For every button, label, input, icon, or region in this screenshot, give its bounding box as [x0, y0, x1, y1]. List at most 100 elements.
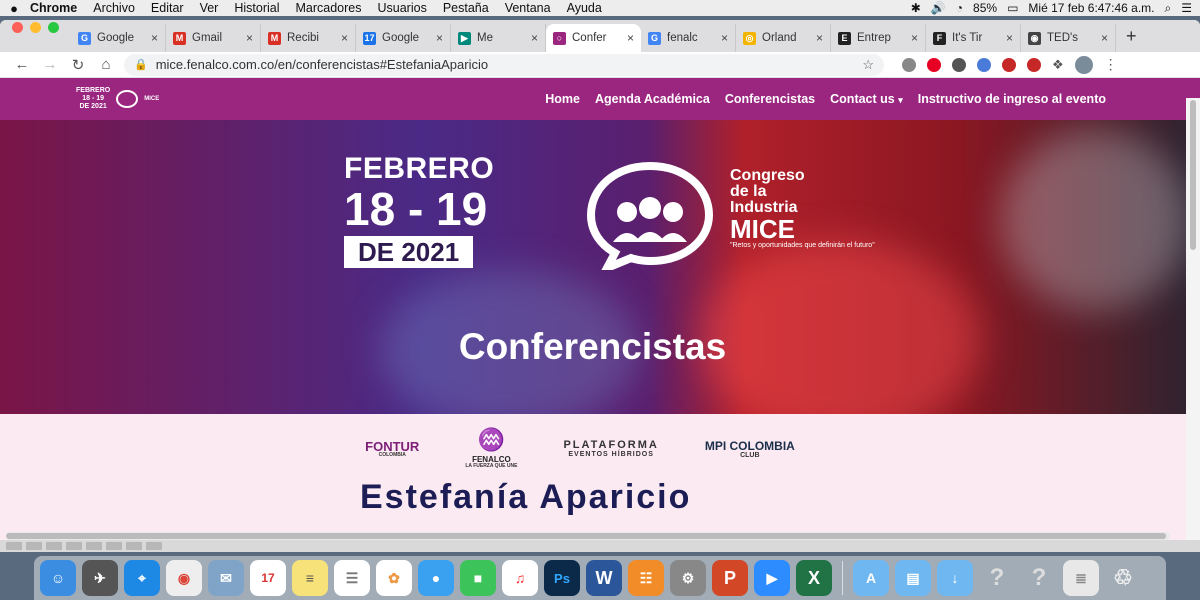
address-bar[interactable]: 🔒 mice.fenalco.com.co/en/conferencistas#… [124, 53, 884, 76]
facetime-icon[interactable]: ■ [460, 560, 496, 596]
tab-2[interactable]: M Recibi × [261, 24, 356, 52]
photoshop-icon[interactable]: Ps [544, 560, 580, 596]
nav-instructivo[interactable]: Instructivo de ingreso al evento [918, 92, 1106, 106]
reload-icon[interactable]: ↻ [64, 56, 92, 74]
reminders-icon[interactable]: ☰ [334, 560, 370, 596]
nav-agenda[interactable]: Agenda Académica [595, 92, 710, 106]
bookmark-star-icon[interactable]: ☆ [862, 57, 874, 73]
books-icon[interactable]: ☷ [628, 560, 664, 596]
safari-icon[interactable]: ⌖ [124, 560, 160, 596]
nav-conferencistas[interactable]: Conferencistas [725, 92, 815, 106]
home-icon[interactable]: ⌂ [92, 56, 120, 73]
menu-historial[interactable]: Historial [226, 1, 287, 15]
tab-close-icon[interactable]: × [1101, 31, 1108, 45]
back-arrow-icon[interactable]: ← [8, 56, 36, 73]
menu-ver[interactable]: Ver [192, 1, 227, 15]
url-text[interactable]: mice.fenalco.com.co/en/conferencistas#Es… [156, 57, 488, 72]
menu-editar[interactable]: Editar [143, 1, 192, 15]
extensions-puzzle-icon[interactable]: ❖ [1052, 57, 1064, 73]
sponsor-fontur-logo[interactable]: FONTUR COLOMBIA [365, 440, 419, 458]
notes-icon[interactable]: ≡ [292, 560, 328, 596]
extension-skype-icon[interactable] [902, 57, 916, 72]
tab-1[interactable]: M Gmail × [166, 24, 261, 52]
tab-3[interactable]: 17 Google × [356, 24, 451, 52]
tab-5[interactable]: ○ Confer × [546, 24, 641, 52]
tab-close-icon[interactable]: × [341, 31, 348, 45]
tab-7[interactable]: ◎ Orland × [736, 24, 831, 52]
apple-menu-icon[interactable]: ● [0, 1, 28, 16]
tab-close-icon[interactable]: × [436, 31, 443, 45]
menu-app-name[interactable]: Chrome [28, 1, 85, 15]
calendar-icon[interactable]: 17 [250, 560, 286, 596]
menu-ventana[interactable]: Ventana [497, 1, 559, 15]
lock-icon[interactable]: 🔒 [134, 58, 148, 71]
menu-archivo[interactable]: Archivo [85, 1, 143, 15]
tab-10[interactable]: ◉ TED's × [1021, 24, 1116, 52]
tab-close-icon[interactable]: × [531, 31, 538, 45]
wifi-icon[interactable]: ◔ [956, 1, 963, 15]
tab-close-icon[interactable]: × [627, 31, 634, 45]
tab-close-icon[interactable]: × [721, 31, 728, 45]
forward-arrow-icon[interactable]: → [36, 56, 64, 73]
vertical-scrollbar[interactable] [1186, 98, 1200, 540]
zoom-icon[interactable]: ▶ [754, 560, 790, 596]
finder-icon[interactable]: ☺ [40, 560, 76, 596]
powerpoint-icon[interactable]: P [712, 560, 748, 596]
tab-6[interactable]: Gfenalc × [641, 24, 736, 52]
chrome-icon[interactable]: ◉ [166, 560, 202, 596]
control-center-icon[interactable]: ☰ [1181, 1, 1192, 15]
bluetooth-icon[interactable]: ✱ [911, 1, 921, 15]
menu-usuarios[interactable]: Usuarios [370, 1, 435, 15]
nav-home[interactable]: Home [545, 92, 580, 106]
chrome-menu-icon[interactable]: ⋮ [1104, 56, 1118, 73]
system-preferences-icon[interactable]: ⚙ [670, 560, 706, 596]
photos-icon[interactable]: ✿ [376, 560, 412, 596]
menu-pestana[interactable]: Pestaña [435, 1, 497, 15]
word-icon[interactable]: W [586, 560, 622, 596]
battery-icon[interactable]: ▭ [1007, 1, 1018, 15]
messages-icon[interactable]: ● [418, 560, 454, 596]
applications-folder-icon[interactable]: A [853, 560, 889, 596]
document-thumbnail-icon[interactable]: ≣ [1063, 560, 1099, 596]
profile-avatar[interactable] [1074, 55, 1093, 74]
nav-contact-us[interactable]: Contact us ▾ [830, 92, 903, 106]
tab-close-icon[interactable]: × [246, 31, 253, 45]
tab-close-icon[interactable]: × [151, 31, 158, 45]
extension-blue-icon[interactable] [977, 57, 991, 72]
extension-red2-icon[interactable] [1027, 57, 1041, 72]
tab-8[interactable]: E Entrep × [831, 24, 926, 52]
documents-folder-icon[interactable]: ▤ [895, 560, 931, 596]
menu-ayuda[interactable]: Ayuda [559, 1, 610, 15]
music-icon[interactable]: ♫ [502, 560, 538, 596]
horizontal-scrollbar[interactable] [6, 532, 1170, 540]
clock[interactable]: Mié 17 feb 6:47:46 a.m. [1028, 1, 1154, 15]
horizontal-scroll-thumb[interactable] [6, 533, 1166, 539]
unknown-app-2-icon[interactable]: ? [1021, 560, 1057, 596]
close-window-icon[interactable] [12, 22, 23, 33]
spotlight-icon[interactable]: ⌕ [1165, 1, 1172, 16]
excel-icon[interactable]: X [796, 560, 832, 596]
new-tab-button[interactable]: + [1126, 26, 1137, 47]
tab-4[interactable]: ▶ Me × [451, 24, 546, 52]
volume-icon[interactable]: 🔊 [931, 1, 946, 15]
launchpad-icon[interactable]: ✈ [82, 560, 118, 596]
unknown-app-icon[interactable]: ? [979, 560, 1015, 596]
downloads-folder-icon[interactable]: ↓ [937, 560, 973, 596]
battery-percent[interactable]: 85% [973, 1, 997, 15]
extension-circle-icon[interactable] [952, 57, 966, 72]
photos-preview-icon[interactable]: ✉ [208, 560, 244, 596]
vertical-scroll-thumb[interactable] [1190, 100, 1196, 250]
site-logo[interactable]: FEBRERO 18 - 19 DE 2021 MICE [76, 87, 159, 111]
maximize-window-icon[interactable] [48, 22, 59, 33]
tab-close-icon[interactable]: × [1006, 31, 1013, 45]
trash-icon[interactable]: ♲ [1105, 560, 1141, 596]
sponsor-fenalco-logo[interactable]: ♒ FENALCO LA FUERZA QUE UNE [465, 429, 517, 469]
extension-red-icon[interactable] [1002, 57, 1016, 72]
tab-0[interactable]: G Google × [71, 24, 166, 52]
minimize-window-icon[interactable] [30, 22, 41, 33]
sponsor-plataforma-logo[interactable]: PLATAFORMA EVENTOS HÍBRIDOS [563, 440, 658, 459]
menu-marcadores[interactable]: Marcadores [288, 1, 370, 15]
tab-close-icon[interactable]: × [911, 31, 918, 45]
tab-close-icon[interactable]: × [816, 31, 823, 45]
extension-pinterest-icon[interactable] [927, 57, 941, 72]
